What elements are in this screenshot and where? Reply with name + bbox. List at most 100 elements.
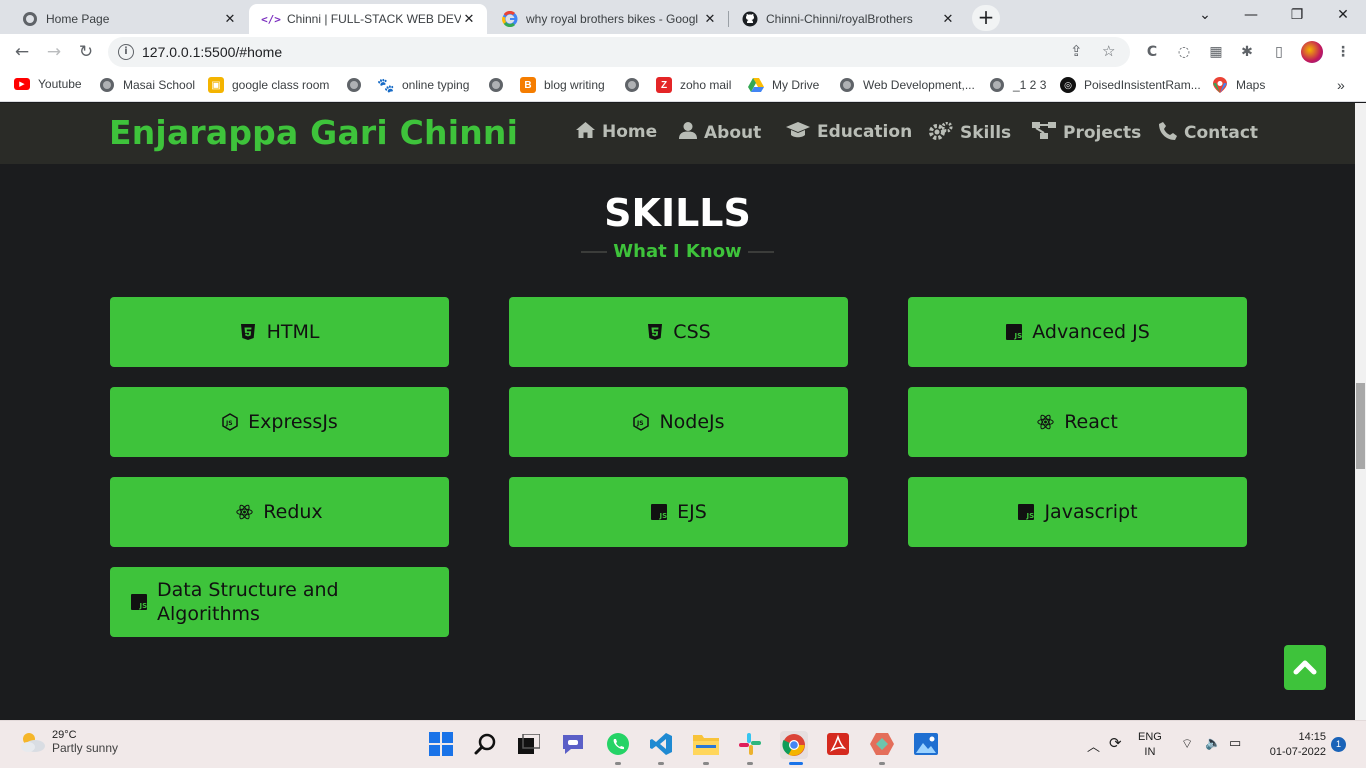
skill-label: ExpressJs: [248, 411, 338, 433]
address-bar[interactable]: i 127.0.0.1:5500/#home ⇪ ☆: [108, 37, 1130, 67]
svg-text:JS: JS: [1013, 332, 1022, 340]
github-icon: [742, 11, 758, 27]
bookmark-my-drive[interactable]: My Drive: [748, 77, 819, 93]
slack-icon[interactable]: [737, 731, 763, 757]
input-language[interactable]: ENG IN: [1138, 730, 1162, 760]
tab-search-chevron-icon[interactable]: ⌄: [1182, 0, 1228, 32]
bookmark-1-2-3[interactable]: _1 2 3: [989, 77, 1046, 93]
skill-label: Javascript: [1044, 501, 1138, 523]
task-view-icon[interactable]: [516, 731, 542, 757]
code-icon: </>: [261, 12, 281, 26]
nodejs-icon: JS: [632, 413, 649, 431]
tab-github[interactable]: Chinni-Chinni/royalBrothers ✕: [728, 4, 966, 34]
nav-projects[interactable]: Projects: [1032, 122, 1141, 143]
git-kraken-icon[interactable]: [869, 731, 895, 757]
share-icon[interactable]: ⇪: [1070, 42, 1083, 60]
nav-contact[interactable]: Contact: [1159, 122, 1258, 144]
bookmark-maps[interactable]: Maps: [1212, 77, 1265, 93]
close-tab-icon[interactable]: ✕: [940, 11, 956, 27]
tray-chevron-up-icon[interactable]: ︿: [1087, 736, 1100, 755]
puzzle-extensions-icon[interactable]: ✱: [1237, 42, 1257, 62]
bookmarks-overflow-icon[interactable]: »: [1337, 77, 1345, 93]
bookmark-label: online typing: [402, 78, 470, 92]
battery-icon[interactable]: ▭: [1229, 735, 1241, 751]
reload-icon[interactable]: ↻: [73, 39, 99, 65]
url-text[interactable]: 127.0.0.1:5500/#home: [142, 44, 282, 60]
extension-c-icon[interactable]: C: [1142, 42, 1162, 62]
bookmark-youtube[interactable]: ▶ Youtube: [14, 77, 82, 91]
teams-chat-icon[interactable]: [560, 731, 586, 757]
chrome-icon[interactable]: [780, 731, 808, 759]
nav-about[interactable]: About: [679, 122, 761, 143]
gears-icon: [929, 121, 953, 144]
skill-card-ejs: JS EJS: [509, 477, 848, 547]
sync-icon[interactable]: ⟳: [1109, 734, 1122, 752]
vscode-icon[interactable]: [648, 731, 674, 757]
scroll-to-top-button[interactable]: [1284, 645, 1326, 690]
close-tab-icon[interactable]: ✕: [461, 11, 477, 27]
photos-icon[interactable]: [913, 731, 939, 757]
skills-subheading: What I Know: [0, 241, 1355, 262]
more-menu-icon[interactable]: ⋮: [1333, 42, 1353, 62]
bookmark-star-icon[interactable]: ☆: [1102, 42, 1115, 60]
scrollbar-thumb[interactable]: [1356, 383, 1365, 469]
site-brand[interactable]: Enjarappa Gari Chinni: [109, 113, 518, 152]
zoho-icon: Z: [656, 77, 672, 93]
nav-label: Skills: [960, 123, 1012, 143]
tab-title: Home Page: [46, 12, 110, 26]
extension-circle-icon[interactable]: ◌: [1174, 42, 1194, 62]
bookmark-globe[interactable]: [346, 77, 370, 93]
new-tab-button[interactable]: +: [972, 5, 1000, 31]
file-explorer-icon[interactable]: [693, 731, 719, 757]
volume-icon[interactable]: 🔈: [1205, 735, 1221, 751]
acrobat-icon[interactable]: [825, 731, 851, 757]
minimize-button[interactable]: —: [1228, 0, 1274, 32]
nav-skills[interactable]: Skills: [929, 121, 1012, 144]
skill-card-html: HTML: [110, 297, 449, 367]
language-code: ENG: [1138, 731, 1162, 743]
side-panel-icon[interactable]: ▯: [1269, 42, 1289, 62]
globe-icon: [346, 77, 362, 93]
nav-home[interactable]: Home: [576, 122, 657, 142]
divider: [747, 250, 774, 253]
bookmark-zoho-mail[interactable]: Z zoho mail: [656, 77, 731, 93]
close-window-button[interactable]: ✕: [1320, 0, 1366, 32]
clock-time: 14:15: [1298, 731, 1326, 743]
bookmark-masai-school[interactable]: Masai School: [99, 77, 195, 93]
bookmark-online-typing[interactable]: 🐾 online typing: [377, 77, 470, 93]
tab-chinni-portfolio[interactable]: </> Chinni | FULL-STACK WEB DEVELO ✕: [249, 4, 487, 34]
whatsapp-icon[interactable]: [605, 731, 631, 757]
close-tab-icon[interactable]: ✕: [702, 11, 718, 27]
weather-widget[interactable]: 29°C Partly sunny: [18, 729, 118, 755]
site-info-icon[interactable]: i: [118, 44, 134, 60]
search-icon[interactable]: [473, 731, 499, 757]
clock[interactable]: 14:15 01-07-2022: [1258, 730, 1326, 760]
skill-label: Advanced JS: [1032, 321, 1150, 343]
bookmark-globe-3[interactable]: [624, 77, 648, 93]
bookmark-globe-2[interactable]: [488, 77, 512, 93]
nav-education[interactable]: Education: [786, 122, 912, 142]
notification-badge[interactable]: 1: [1331, 737, 1346, 752]
profile-avatar[interactable]: [1301, 41, 1323, 63]
maximize-button[interactable]: ❐: [1274, 0, 1320, 32]
phone-icon: [1159, 122, 1177, 144]
tab-google-search[interactable]: why royal brothers bikes - Googl ✕: [488, 4, 728, 34]
bookmark-google-class-room[interactable]: ▣ google class room: [208, 77, 329, 93]
clock-date: 01-07-2022: [1269, 746, 1326, 758]
bookmark-label: Masai School: [123, 78, 196, 92]
close-tab-icon[interactable]: ✕: [222, 11, 238, 27]
back-arrow-icon[interactable]: ←: [9, 39, 35, 65]
forward-arrow-icon[interactable]: →: [41, 39, 67, 65]
bookmark-blog-writing[interactable]: B blog writing: [520, 77, 605, 93]
bookmark-poised-insistent-ram[interactable]: ◎ PoisedInsistentRam...: [1060, 77, 1201, 93]
wifi-icon[interactable]: ⌔: [1181, 736, 1193, 752]
weather-condition: Partly sunny: [52, 741, 119, 755]
windows-start-icon[interactable]: [428, 731, 454, 757]
nav-label: About: [704, 122, 762, 143]
extension-grid-icon[interactable]: ▦: [1206, 42, 1226, 62]
bookmark-web-development[interactable]: Web Development,...: [839, 77, 975, 93]
bookmark-label: google class room: [232, 78, 330, 92]
tab-home-page[interactable]: Home Page ✕: [8, 4, 248, 34]
bookmark-label: Youtube: [38, 77, 82, 91]
globe-icon: [624, 77, 640, 93]
